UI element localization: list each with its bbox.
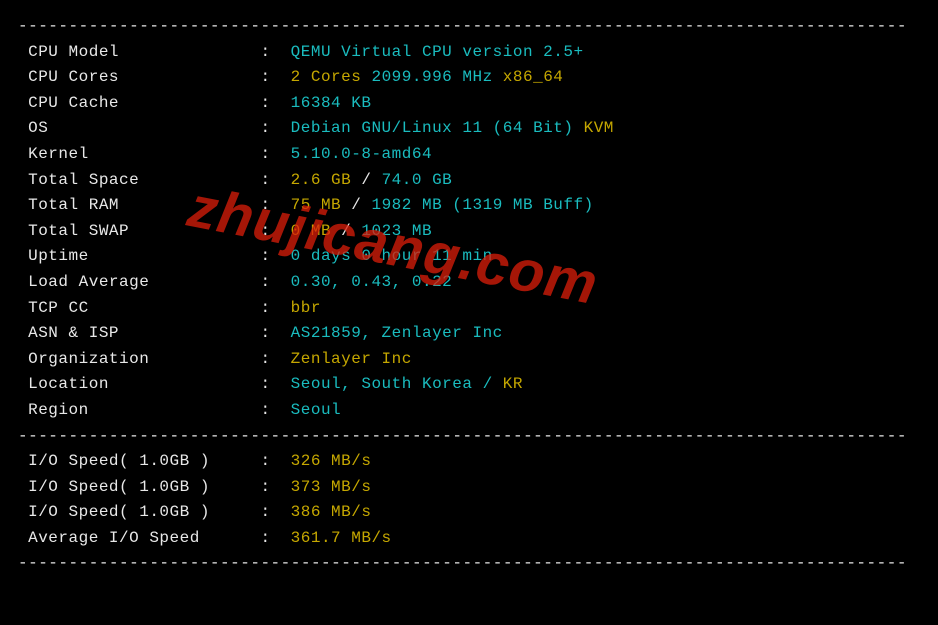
sysinfo-row: Total RAM : 75 MB / 1982 MB (1319 MB Buf… bbox=[18, 193, 920, 219]
colon: : bbox=[260, 372, 280, 398]
sysinfo-row: CPU Model : QEMU Virtual CPU version 2.5… bbox=[18, 40, 920, 66]
colon: : bbox=[260, 347, 280, 373]
sysinfo-value: QEMU Virtual CPU version 2.5+ bbox=[291, 40, 584, 66]
sysinfo-label: Organization bbox=[18, 347, 260, 373]
sysinfo-value: 0 days 0 hour 11 min bbox=[291, 244, 493, 270]
sysinfo-row: Kernel : 5.10.0-8-amd64 bbox=[18, 142, 920, 168]
colon: : bbox=[260, 296, 280, 322]
colon: : bbox=[260, 65, 280, 91]
colon: : bbox=[260, 116, 280, 142]
colon: : bbox=[260, 321, 280, 347]
sysinfo-value: 2.6 GB bbox=[291, 168, 352, 194]
sysinfo-value: 0 MB bbox=[291, 219, 331, 245]
colon: : bbox=[260, 193, 280, 219]
sysinfo-label: Region bbox=[18, 398, 260, 424]
colon: : bbox=[260, 219, 280, 245]
iospeed-row: I/O Speed( 1.0GB ) : 326 MB/s bbox=[18, 449, 920, 475]
colon: : bbox=[260, 398, 280, 424]
sysinfo-value: / bbox=[331, 219, 361, 245]
system-info-block: CPU Model : QEMU Virtual CPU version 2.5… bbox=[18, 40, 920, 424]
sysinfo-row: Organization : Zenlayer Inc bbox=[18, 347, 920, 373]
sysinfo-label: Kernel bbox=[18, 142, 260, 168]
iospeed-label: I/O Speed( 1.0GB ) bbox=[18, 475, 260, 501]
sysinfo-label: Total Space bbox=[18, 168, 260, 194]
sysinfo-label: Uptime bbox=[18, 244, 260, 270]
sysinfo-value: 1023 MB bbox=[361, 219, 432, 245]
colon: : bbox=[260, 91, 280, 117]
divider-mid: ----------------------------------------… bbox=[18, 424, 920, 450]
sysinfo-value: Zenlayer Inc bbox=[291, 347, 412, 373]
sysinfo-value: x86_64 bbox=[503, 65, 564, 91]
sysinfo-row: CPU Cache : 16384 KB bbox=[18, 91, 920, 117]
colon: : bbox=[260, 449, 280, 475]
sysinfo-value: 16384 KB bbox=[291, 91, 372, 117]
sysinfo-label: Location bbox=[18, 372, 260, 398]
iospeed-label: Average I/O Speed bbox=[18, 526, 260, 552]
colon: : bbox=[260, 475, 280, 501]
sysinfo-value: 5.10.0-8-amd64 bbox=[291, 142, 432, 168]
sysinfo-value: Debian GNU/Linux 11 (64 Bit) bbox=[291, 116, 574, 142]
sysinfo-row: Location : Seoul, South Korea / KR bbox=[18, 372, 920, 398]
sysinfo-value: 2 Cores bbox=[291, 65, 362, 91]
sysinfo-row: Total SWAP : 0 MB / 1023 MB bbox=[18, 219, 920, 245]
sysinfo-row: TCP CC : bbr bbox=[18, 296, 920, 322]
iospeed-value: 386 MB/s bbox=[291, 500, 372, 526]
divider-bottom: ----------------------------------------… bbox=[18, 551, 920, 577]
sysinfo-row: ASN & ISP : AS21859, Zenlayer Inc bbox=[18, 321, 920, 347]
sysinfo-label: CPU Cores bbox=[18, 65, 260, 91]
sysinfo-label: Total RAM bbox=[18, 193, 260, 219]
sysinfo-value: 1982 MB bbox=[371, 193, 442, 219]
sysinfo-value: KVM bbox=[573, 116, 613, 142]
sysinfo-value: bbr bbox=[291, 296, 321, 322]
sysinfo-value: 74.0 GB bbox=[382, 168, 453, 194]
sysinfo-label: Load Average bbox=[18, 270, 260, 296]
sysinfo-value: KR bbox=[503, 372, 523, 398]
iospeed-value: 373 MB/s bbox=[291, 475, 372, 501]
terminal-output: ----------------------------------------… bbox=[18, 14, 920, 577]
colon: : bbox=[260, 526, 280, 552]
colon: : bbox=[260, 142, 280, 168]
sysinfo-row: Load Average : 0.30, 0.43, 0.22 bbox=[18, 270, 920, 296]
iospeed-row: I/O Speed( 1.0GB ) : 373 MB/s bbox=[18, 475, 920, 501]
sysinfo-value: Seoul bbox=[291, 398, 342, 424]
sysinfo-label: CPU Model bbox=[18, 40, 260, 66]
sysinfo-row: Region : Seoul bbox=[18, 398, 920, 424]
sysinfo-label: CPU Cache bbox=[18, 91, 260, 117]
sysinfo-value: 75 MB bbox=[291, 193, 342, 219]
sysinfo-value: / bbox=[341, 193, 371, 219]
sysinfo-row: OS : Debian GNU/Linux 11 (64 Bit) KVM bbox=[18, 116, 920, 142]
iospeed-label: I/O Speed( 1.0GB ) bbox=[18, 449, 260, 475]
divider-top: ----------------------------------------… bbox=[18, 14, 920, 40]
sysinfo-value: 2099.996 MHz bbox=[361, 65, 502, 91]
sysinfo-row: CPU Cores : 2 Cores 2099.996 MHz x86_64 bbox=[18, 65, 920, 91]
sysinfo-label: ASN & ISP bbox=[18, 321, 260, 347]
iospeed-label: I/O Speed( 1.0GB ) bbox=[18, 500, 260, 526]
iospeed-row: I/O Speed( 1.0GB ) : 386 MB/s bbox=[18, 500, 920, 526]
sysinfo-value: Seoul, South Korea / bbox=[291, 372, 503, 398]
colon: : bbox=[260, 270, 280, 296]
colon: : bbox=[260, 168, 280, 194]
colon: : bbox=[260, 244, 280, 270]
sysinfo-value: / bbox=[351, 168, 381, 194]
sysinfo-value: 0.30, 0.43, 0.22 bbox=[291, 270, 453, 296]
iospeed-value: 361.7 MB/s bbox=[291, 526, 392, 552]
colon: : bbox=[260, 500, 280, 526]
sysinfo-label: TCP CC bbox=[18, 296, 260, 322]
sysinfo-row: Total Space : 2.6 GB / 74.0 GB bbox=[18, 168, 920, 194]
sysinfo-value: (1319 MB Buff) bbox=[442, 193, 594, 219]
sysinfo-value: AS21859, Zenlayer Inc bbox=[291, 321, 503, 347]
io-speed-block: I/O Speed( 1.0GB ) : 326 MB/s I/O Speed(… bbox=[18, 449, 920, 551]
colon: : bbox=[260, 40, 280, 66]
sysinfo-label: Total SWAP bbox=[18, 219, 260, 245]
sysinfo-label: OS bbox=[18, 116, 260, 142]
iospeed-value: 326 MB/s bbox=[291, 449, 372, 475]
iospeed-row: Average I/O Speed : 361.7 MB/s bbox=[18, 526, 920, 552]
sysinfo-row: Uptime : 0 days 0 hour 11 min bbox=[18, 244, 920, 270]
